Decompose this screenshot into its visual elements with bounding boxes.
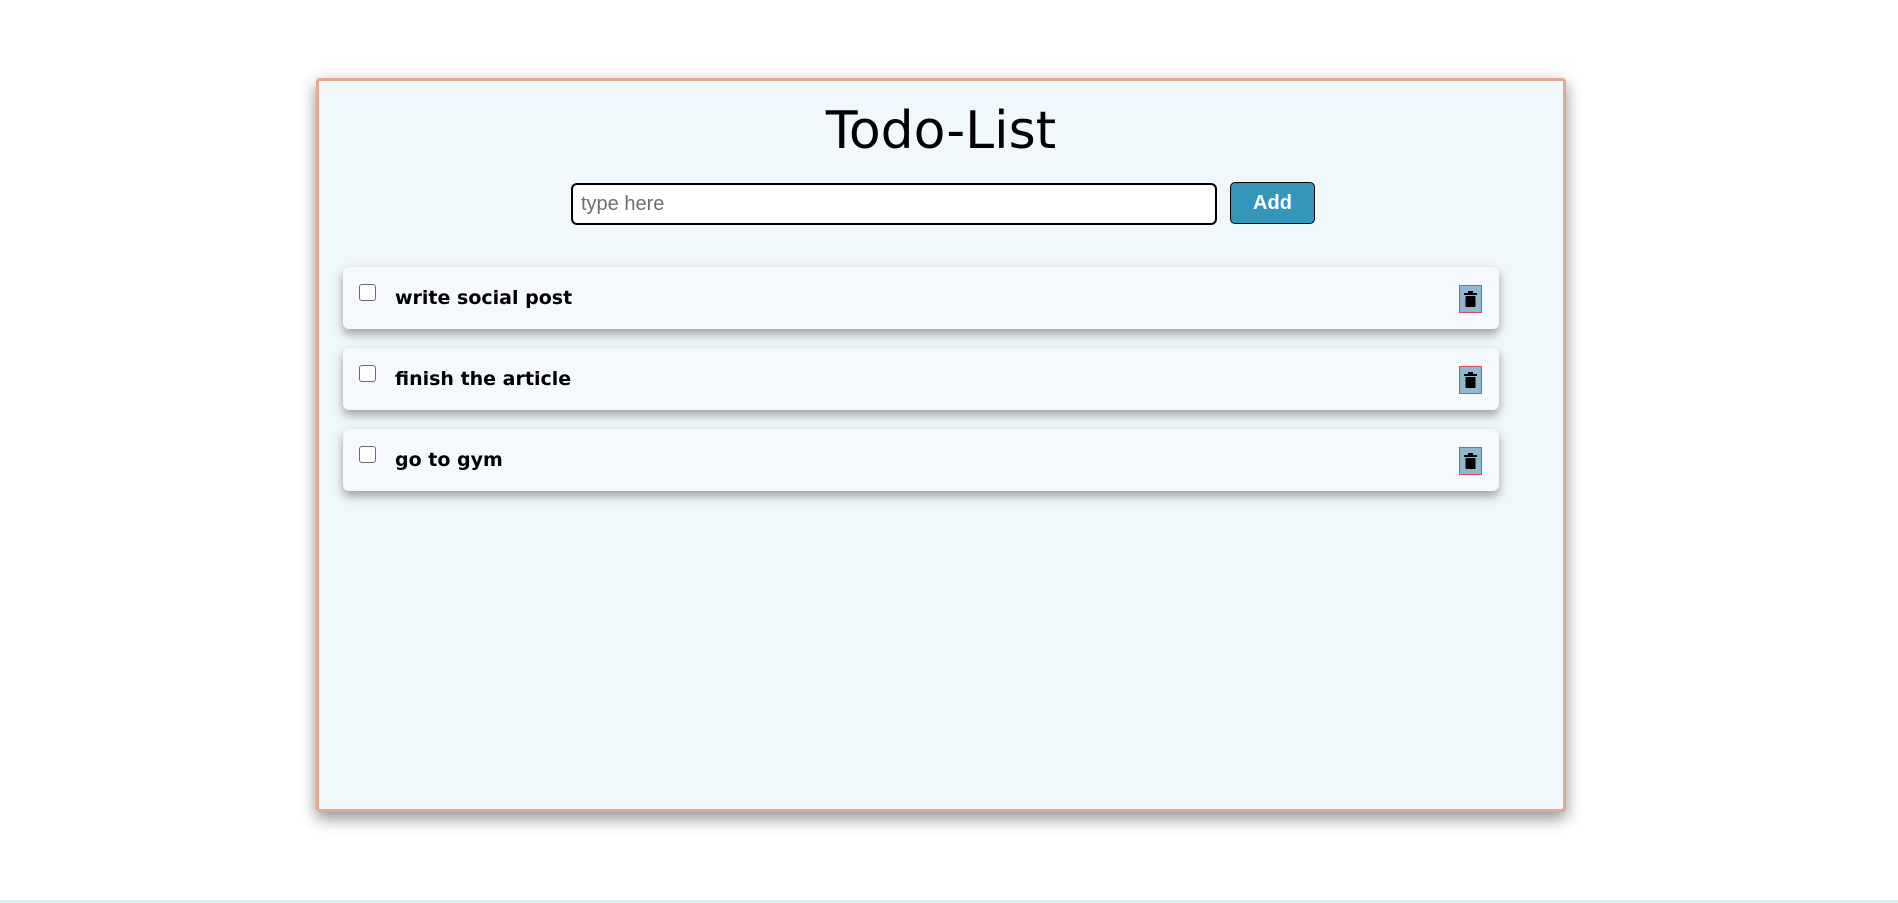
todo-item: finish the article (343, 348, 1499, 410)
todo-checkbox[interactable] (359, 446, 376, 463)
delete-button[interactable] (1459, 366, 1482, 394)
todo-checkbox[interactable] (359, 365, 376, 382)
todo-item: write social post (343, 267, 1499, 329)
trash-icon (1464, 372, 1477, 388)
delete-button[interactable] (1459, 447, 1482, 475)
delete-button[interactable] (1459, 285, 1482, 313)
page-title: Todo-List (825, 101, 1057, 161)
add-button[interactable]: Add (1230, 182, 1315, 224)
trash-icon (1464, 453, 1477, 469)
todo-list: write social post finish the article go … (343, 267, 1499, 510)
todo-item: go to gym (343, 429, 1499, 491)
todo-input[interactable] (571, 183, 1217, 225)
todo-text: finish the article (395, 368, 572, 390)
todo-text: go to gym (395, 449, 503, 471)
trash-icon (1464, 291, 1477, 307)
todo-text: write social post (395, 287, 573, 309)
todo-checkbox[interactable] (359, 284, 376, 301)
todo-app-card: Todo-List Add write social post finish t… (316, 78, 1566, 812)
